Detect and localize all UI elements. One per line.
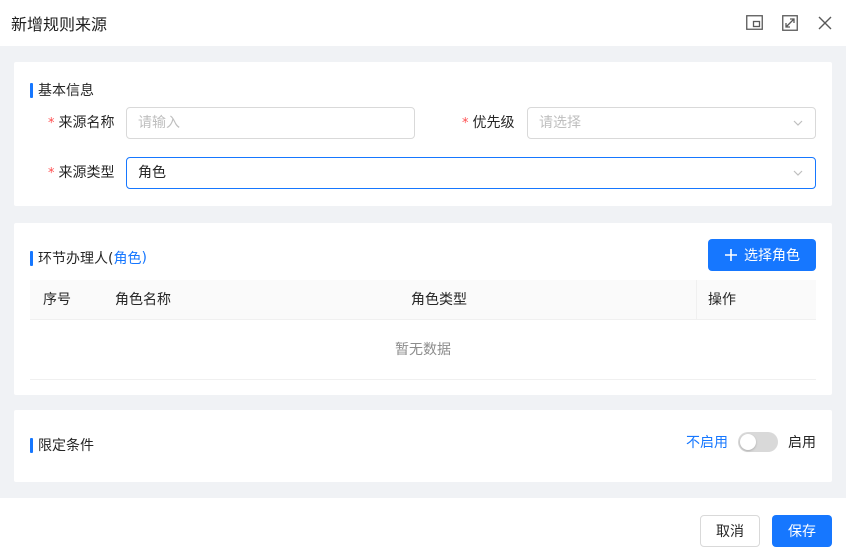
section-marker	[30, 437, 33, 453]
condition-toggle[interactable]	[738, 432, 778, 452]
handler-title: 环节办理人(角色)	[30, 248, 147, 268]
condition-card: 限定条件 不启用 启用	[14, 410, 832, 482]
column-header: 操作	[708, 292, 736, 308]
dialog-footer: 取消 保存	[0, 498, 846, 551]
source-name-label: * 来源名称	[48, 115, 115, 131]
table-header: 序号 角色名称 角色类型 操作	[30, 280, 816, 320]
plus-icon	[725, 249, 737, 261]
priority-label: * 优先级	[462, 115, 515, 131]
column-header: 角色类型	[411, 292, 467, 308]
column-header: 序号	[43, 292, 71, 308]
switch-off-label: 不启用	[686, 435, 728, 451]
role-table: 序号 角色名称 角色类型 操作 暂无数据	[30, 280, 816, 380]
cancel-button[interactable]: 取消	[700, 515, 760, 547]
section-marker	[30, 250, 33, 266]
section-marker	[30, 82, 33, 98]
priority-select[interactable]: 请选择	[527, 107, 816, 139]
switch-on-label: 启用	[788, 435, 816, 451]
chevron-down-icon	[793, 120, 803, 126]
save-button[interactable]: 保存	[772, 515, 832, 547]
empty-placeholder: 暂无数据	[30, 320, 816, 380]
header-icon-group	[745, 13, 834, 32]
close-icon[interactable]	[815, 13, 834, 32]
source-type-label: * 来源类型	[48, 165, 115, 181]
dialog-title: 新增规则来源	[11, 15, 108, 34]
dialog-header: 新增规则来源	[0, 0, 846, 46]
condition-title: 限定条件	[30, 435, 94, 455]
source-name-input[interactable]	[126, 107, 415, 139]
column-header: 角色名称	[115, 292, 171, 308]
basic-info-card: 基本信息 *来源名称 *优先级 请选择 *来源类型 角色	[14, 62, 832, 206]
basic-info-title: 基本信息	[30, 80, 94, 100]
toggle-knob	[740, 434, 756, 450]
select-role-button[interactable]: 选择角色	[708, 239, 816, 271]
column-divider	[696, 280, 697, 320]
handler-card: 环节办理人(角色) 选择角色 序号 角色名称 角色类型 操作 暂无数据	[14, 223, 832, 395]
expand-icon[interactable]	[780, 13, 799, 32]
condition-switch-group: 不启用 启用	[686, 432, 816, 452]
dialog-body: 基本信息 *来源名称 *优先级 请选择 *来源类型 角色 环节办理人(角色) 选…	[0, 46, 846, 498]
source-type-select[interactable]: 角色	[126, 157, 816, 189]
chevron-down-icon	[793, 170, 803, 176]
restore-icon[interactable]	[745, 13, 764, 32]
